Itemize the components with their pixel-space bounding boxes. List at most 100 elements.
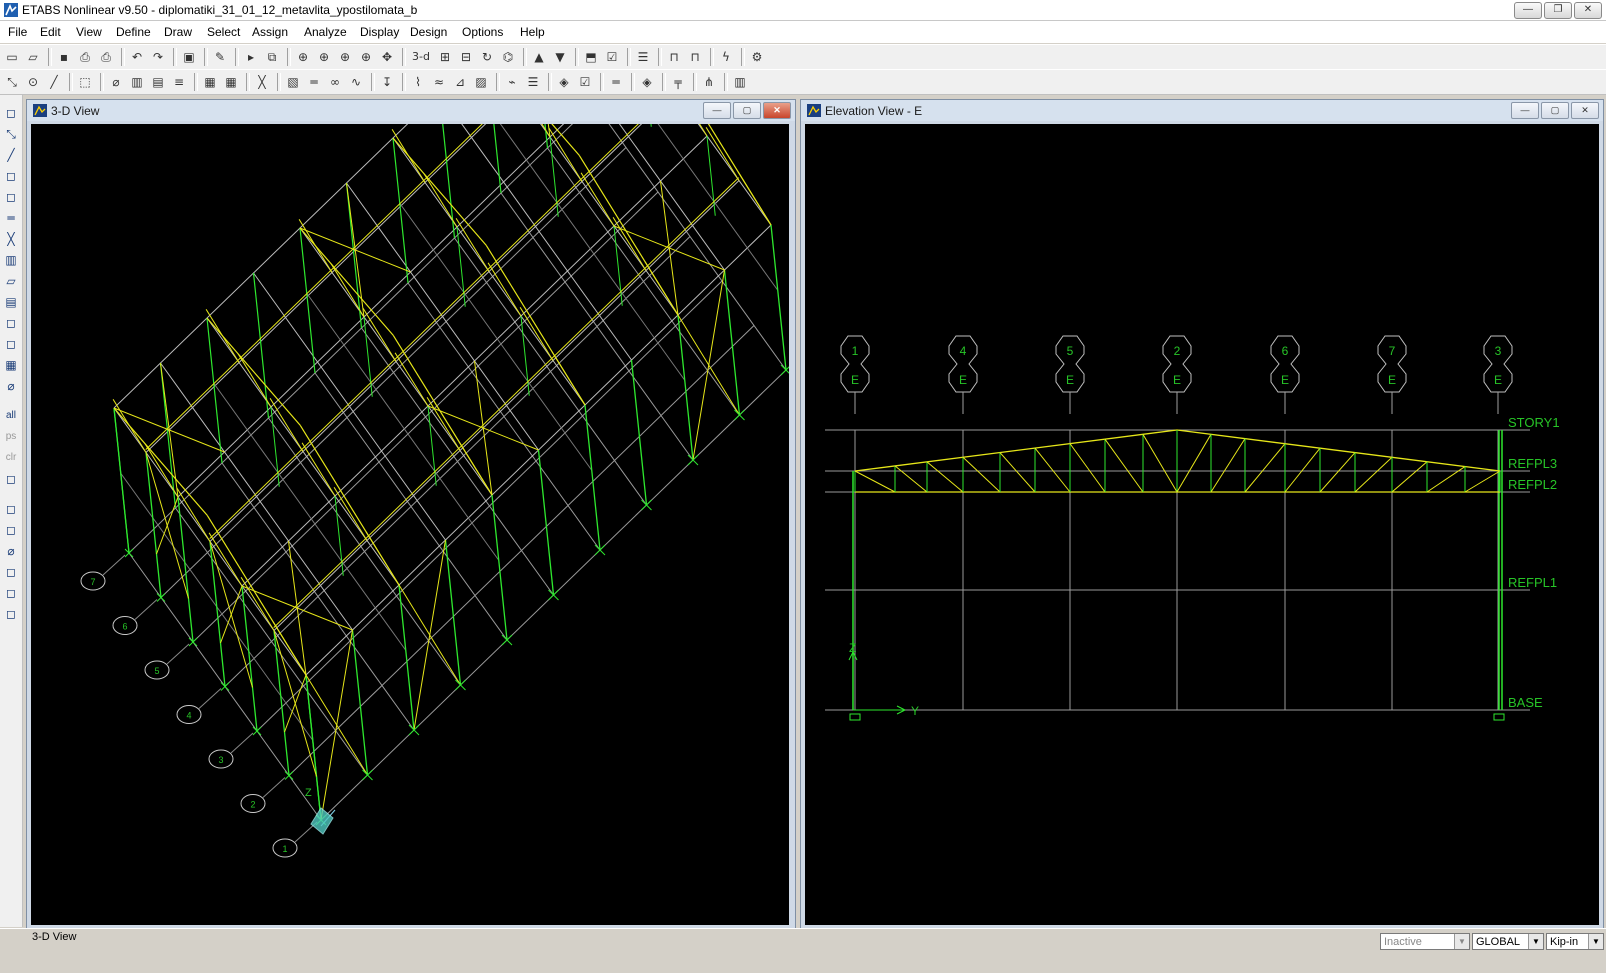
elevation-view-icon[interactable]: ⊟ bbox=[458, 49, 474, 65]
menu-assign[interactable]: Assign bbox=[252, 25, 288, 39]
check-help-icon[interactable]: ☑ bbox=[577, 74, 593, 90]
run-icon[interactable]: ▸ bbox=[243, 49, 259, 65]
snap-intersection-icon[interactable]: ⌀ bbox=[3, 543, 19, 559]
snap-midpoint-icon[interactable]: ◻ bbox=[3, 522, 19, 538]
mode-shape-icon[interactable]: ≈ bbox=[431, 74, 447, 90]
slab-icon[interactable]: ▤ bbox=[3, 294, 19, 310]
plan-view-icon[interactable]: ⊞ bbox=[437, 49, 453, 65]
elev-close-button[interactable]: ✕ bbox=[1571, 102, 1599, 119]
grid-icon[interactable]: ▦ bbox=[202, 74, 218, 90]
menu-design[interactable]: Design bbox=[410, 25, 447, 39]
joist-icon[interactable]: ⋔ bbox=[701, 74, 717, 90]
menu-view[interactable]: View bbox=[76, 25, 102, 39]
pencil-icon[interactable]: ✎ bbox=[212, 49, 228, 65]
menu-define[interactable]: Define bbox=[116, 25, 151, 39]
snap-perp-icon[interactable]: ◻ bbox=[3, 564, 19, 580]
select-all-button[interactable]: all bbox=[3, 408, 19, 424]
elev-minimize-button[interactable]: — bbox=[1511, 102, 1539, 119]
previous-select-button[interactable]: ps bbox=[3, 429, 19, 445]
mode-select[interactable]: Inactive ▼ bbox=[1380, 933, 1470, 950]
response-icon[interactable]: ⌁ bbox=[504, 74, 520, 90]
pointer-icon[interactable]: ◻ bbox=[3, 105, 19, 121]
zoom-window-icon[interactable]: ⊕ bbox=[295, 49, 311, 65]
save-icon[interactable]: ▪ bbox=[56, 49, 72, 65]
invert-icon[interactable]: ◻ bbox=[3, 471, 19, 487]
zoom-in-icon[interactable]: ⊕ bbox=[337, 49, 353, 65]
menu-draw[interactable]: Draw bbox=[164, 25, 192, 39]
rebar-icon[interactable]: ≡ bbox=[171, 74, 187, 90]
deformed-shape-icon[interactable]: ⌇ bbox=[410, 74, 426, 90]
move-down-icon[interactable]: ▼ bbox=[552, 49, 568, 65]
draw-line-icon[interactable]: ╱ bbox=[3, 147, 19, 163]
3d-view-button[interactable]: 3-d bbox=[410, 49, 432, 65]
redo-icon[interactable]: ↷ bbox=[150, 49, 166, 65]
menu-options[interactable]: Options bbox=[462, 25, 503, 39]
options-icon[interactable]: ⚙ bbox=[749, 49, 765, 65]
frame-icon[interactable]: ⊓ bbox=[666, 49, 682, 65]
select-dropdown-icon[interactable]: ⬚ bbox=[77, 74, 93, 90]
column-icon[interactable]: ◻ bbox=[3, 189, 19, 205]
draw-line-icon[interactable]: ╱ bbox=[46, 74, 62, 90]
menu-file[interactable]: File bbox=[8, 25, 27, 39]
3d-minimize-button[interactable]: — bbox=[703, 102, 731, 119]
wall-icon[interactable]: ▥ bbox=[129, 74, 145, 90]
set-display-icon[interactable]: ☰ bbox=[635, 49, 651, 65]
properties-icon[interactable]: ⧉ bbox=[264, 49, 280, 65]
link-icon[interactable]: ∞ bbox=[327, 74, 343, 90]
shear-wall-icon[interactable]: ▥ bbox=[732, 74, 748, 90]
menu-display[interactable]: Display bbox=[360, 25, 399, 39]
force-diagram-icon[interactable]: ⊿ bbox=[452, 74, 468, 90]
check-icon[interactable]: ☑ bbox=[604, 49, 620, 65]
section-cut-icon[interactable]: ⌀ bbox=[3, 378, 19, 394]
elevation-drawing[interactable]: 1 E 4 E 5 E 2 E 6 E 7 E 3 E STORY1 REFPL3 REFPL2 REFPL1 BA… bbox=[805, 124, 1599, 925]
menu-edit[interactable]: Edit bbox=[40, 25, 61, 39]
reshape-icon[interactable]: ⤡ bbox=[3, 126, 19, 142]
grid2-icon[interactable]: ▦ bbox=[223, 74, 239, 90]
frame-dropdown-icon[interactable]: ⊓ bbox=[687, 49, 703, 65]
brace-icon[interactable]: ╳ bbox=[3, 231, 19, 247]
i-beam-icon[interactable]: ═ bbox=[608, 74, 624, 90]
wall-icon[interactable]: ▥ bbox=[3, 252, 19, 268]
3d-view-canvas[interactable]: 1 2 3 4 5 6 7 Z bbox=[31, 124, 789, 925]
coord-system-select[interactable]: GLOBAL ▼ bbox=[1472, 933, 1544, 950]
pan-icon[interactable]: ✥ bbox=[379, 49, 395, 65]
units-select[interactable]: Kip-in ▼ bbox=[1546, 933, 1604, 950]
slab-icon[interactable]: ▤ bbox=[150, 74, 166, 90]
elev-maximize-button[interactable]: ▢ bbox=[1541, 102, 1569, 119]
close-button[interactable]: ✕ bbox=[1574, 2, 1602, 19]
3d-maximize-button[interactable]: ▢ bbox=[733, 102, 761, 119]
snap-line-icon[interactable]: ◻ bbox=[3, 585, 19, 601]
open-icon[interactable]: ▱ bbox=[25, 49, 41, 65]
snap-joint-icon[interactable]: ◻ bbox=[3, 501, 19, 517]
restore-button[interactable]: ❐ bbox=[1544, 2, 1572, 19]
design-icon[interactable]: ◈ bbox=[556, 74, 572, 90]
stress-icon[interactable]: ▨ bbox=[473, 74, 489, 90]
3d-close-button[interactable]: ✕ bbox=[763, 102, 791, 119]
null-line-icon[interactable]: ◻ bbox=[3, 315, 19, 331]
zoom-restore-icon[interactable]: ⊕ bbox=[316, 49, 332, 65]
3d-model-drawing[interactable]: 1 2 3 4 5 6 7 Z bbox=[31, 124, 789, 925]
steel-design-icon[interactable]: ◈ bbox=[639, 74, 655, 90]
menu-analyze[interactable]: Analyze bbox=[304, 25, 347, 39]
load-icon[interactable]: ↧ bbox=[379, 74, 395, 90]
beam-icon[interactable]: ═ bbox=[306, 74, 322, 90]
minimize-button[interactable]: — bbox=[1514, 2, 1542, 19]
elevation-view-titlebar[interactable]: Elevation View - E — ▢ ✕ bbox=[801, 100, 1603, 121]
rotate-icon[interactable]: ↻ bbox=[479, 49, 495, 65]
print-icon[interactable]: ⎙ bbox=[77, 49, 93, 65]
line-icon[interactable]: ◻ bbox=[3, 336, 19, 352]
print-dropdown-icon[interactable]: ⎙ bbox=[98, 49, 114, 65]
reshape-icon[interactable]: ⤡ bbox=[4, 74, 20, 90]
menu-select[interactable]: Select bbox=[207, 25, 240, 39]
3d-view-titlebar[interactable]: 3-D View — ▢ ✕ bbox=[27, 100, 795, 121]
brace-icon[interactable]: ╳ bbox=[254, 74, 270, 90]
clear-select-button[interactable]: clr bbox=[3, 450, 19, 466]
draw-point-icon[interactable]: ⊙ bbox=[25, 74, 41, 90]
spring-icon[interactable]: ∿ bbox=[348, 74, 364, 90]
grid-area-icon[interactable]: ▦ bbox=[3, 357, 19, 373]
display-table-icon[interactable]: ☰ bbox=[525, 74, 541, 90]
move-up-icon[interactable]: ▲ bbox=[531, 49, 547, 65]
snap-fine-icon[interactable]: ◻ bbox=[3, 606, 19, 622]
draw-area-icon[interactable]: ◻ bbox=[3, 168, 19, 184]
object-shrink-icon[interactable]: ⬒ bbox=[583, 49, 599, 65]
